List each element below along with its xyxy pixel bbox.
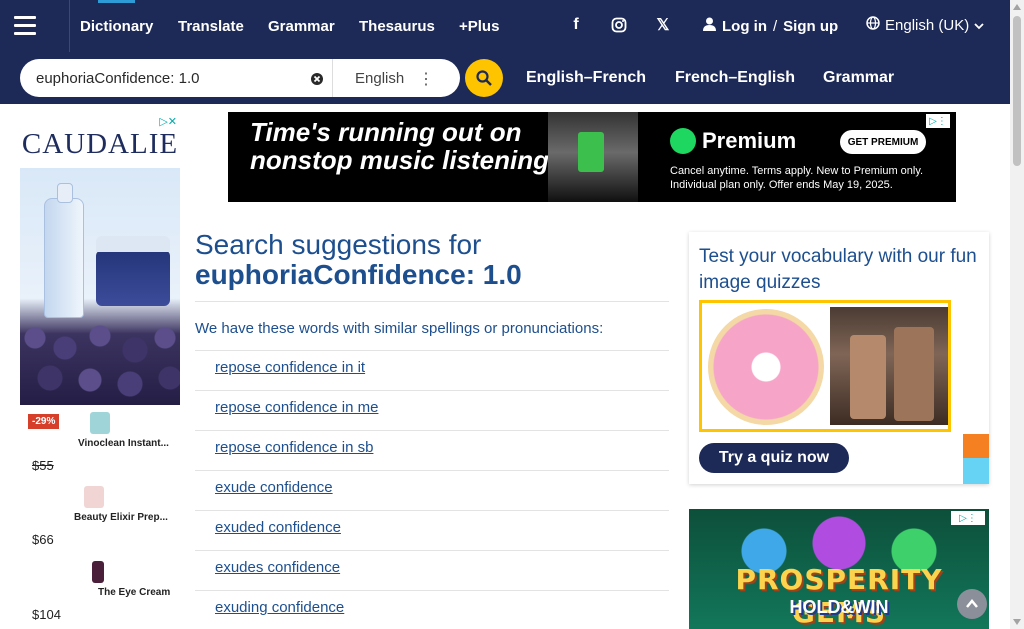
banner-fine-print: Cancel anytime. Terms apply. New to Prem…: [670, 165, 924, 191]
dictionary-language-dropdown[interactable]: English ⋮: [332, 59, 450, 97]
suggestions-intro: We have these words with similar spellin…: [195, 320, 604, 337]
product-price: $66: [32, 532, 54, 547]
ad-choices-icon[interactable]: ▷⋮: [951, 511, 985, 525]
scrollbar-thumb[interactable]: [1013, 16, 1021, 166]
product-price: $55: [32, 458, 54, 473]
top-banner-ad[interactable]: Time's running out on nonstop music list…: [228, 112, 956, 202]
user-icon: [703, 17, 716, 35]
product-name: Vinoclean Instant...: [78, 438, 169, 449]
top-nav-bar: Dictionary Translate Grammar Thesaurus +…: [0, 0, 1010, 52]
get-premium-button[interactable]: GET PREMIUM: [840, 130, 926, 154]
divider: [195, 301, 669, 302]
more-options-icon: ⋮: [418, 71, 434, 88]
nav-plus[interactable]: +Plus: [459, 0, 499, 52]
page-scrollbar[interactable]: [1010, 0, 1024, 629]
divider: [195, 550, 669, 551]
nav-dictionary[interactable]: Dictionary: [80, 0, 153, 52]
nav-divider: [69, 0, 70, 52]
auth-separator: /: [773, 17, 778, 35]
left-skyscraper-ad[interactable]: ▷✕ CAUDALIE -29% Vinoclean Instant... $5…: [20, 112, 180, 629]
quiz-title: Test your vocabulary with our fun image …: [699, 246, 977, 293]
scroll-down-arrow-icon[interactable]: [1013, 619, 1021, 625]
suggestion-link[interactable]: exude confidence: [215, 479, 333, 496]
divider: [195, 430, 669, 431]
suggestion-link[interactable]: exudes confidence: [215, 559, 340, 576]
facebook-icon[interactable]: f: [558, 16, 594, 34]
divider: [195, 590, 669, 591]
nav-thesaurus[interactable]: Thesaurus: [359, 0, 435, 52]
banner-headline: Time's running out on nonstop music list…: [250, 117, 557, 175]
dictionary-language-label: English: [355, 69, 405, 87]
nav-grammar[interactable]: Grammar: [268, 0, 335, 52]
product-name: The Eye Cream: [98, 587, 171, 598]
nav-translate[interactable]: Translate: [178, 0, 244, 52]
scroll-up-arrow-icon[interactable]: [1013, 4, 1021, 10]
side-feedback-tab[interactable]: [963, 434, 989, 458]
tab-french-english[interactable]: French–English: [675, 52, 795, 104]
try-quiz-button[interactable]: Try a quiz now: [699, 443, 849, 473]
search-button[interactable]: [465, 59, 503, 97]
divider: [195, 390, 669, 391]
banner-brand: Premium: [702, 128, 797, 153]
scroll-to-top-button[interactable]: [957, 589, 987, 619]
search-bar-row: English ⋮ English–French French–English …: [0, 52, 1010, 104]
heading-prefix: Search suggestions for: [195, 229, 482, 260]
donut-image: [708, 309, 824, 425]
globe-icon: [866, 16, 880, 34]
banner-image: [548, 112, 638, 202]
search-input[interactable]: [36, 68, 316, 88]
milkshake-image: [830, 307, 948, 425]
ad-product-item[interactable]: Beauty Elixir Prep... $66: [20, 480, 180, 554]
x-twitter-icon[interactable]: 𝕏: [645, 16, 681, 34]
chevron-down-icon: [974, 17, 984, 34]
heading-term: euphoriaConfidence: 1.0: [195, 259, 522, 290]
suggestion-link[interactable]: exuding confidence: [215, 599, 344, 616]
instagram-icon[interactable]: [601, 16, 637, 34]
product-name: Beauty Elixir Prep...: [74, 512, 168, 523]
ad-choices-icon[interactable]: ▷✕: [159, 115, 177, 128]
divider: [195, 470, 669, 471]
product-thumbnail: [84, 486, 104, 508]
side-share-tab[interactable]: [963, 458, 989, 484]
serum-bottle-image: [44, 183, 84, 318]
hamburger-menu-icon[interactable]: [10, 10, 40, 40]
product-price: $104: [32, 607, 61, 622]
cream-jar-image: [96, 236, 170, 306]
clear-search-icon[interactable]: [306, 68, 328, 90]
page-title: Search suggestions for euphoriaConfidenc…: [195, 230, 670, 290]
divider: [195, 350, 669, 351]
bottom-right-ad[interactable]: PROSPERITY GEMS HOLD&WIN ▷⋮: [689, 509, 989, 629]
suggestion-link[interactable]: exuded confidence: [215, 519, 341, 536]
discount-badge: -29%: [28, 414, 60, 429]
game-ad-title: PROSPERITY GEMS: [735, 563, 943, 629]
tab-grammar[interactable]: Grammar: [823, 52, 894, 104]
spotify-logo-icon: [670, 128, 696, 154]
search-icon: [476, 70, 492, 86]
quiz-image-link[interactable]: [699, 300, 951, 432]
ad-choices-icon[interactable]: ▷⋮: [926, 114, 950, 128]
ad-brand-logo: CAUDALIE: [21, 128, 179, 160]
product-thumbnail: [92, 561, 104, 583]
grapes-image: [20, 318, 180, 405]
auth-links: Log in / Sign up: [703, 0, 838, 52]
site-language-select[interactable]: English (UK): [866, 14, 988, 36]
signup-link[interactable]: Sign up: [783, 18, 838, 35]
quiz-promo-card: Test your vocabulary with our fun image …: [689, 232, 989, 484]
suggestion-link[interactable]: repose confidence in it: [215, 359, 365, 376]
login-link[interactable]: Log in: [722, 18, 767, 35]
search-box: English ⋮: [20, 59, 460, 97]
divider: [195, 510, 669, 511]
suggestion-link[interactable]: repose confidence in me: [215, 399, 378, 416]
ad-product-item[interactable]: -29% Vinoclean Instant... $55: [20, 406, 180, 480]
suggestion-link[interactable]: repose confidence in sb: [215, 439, 373, 456]
product-thumbnail: [90, 412, 110, 434]
site-language-label: English (UK): [885, 16, 970, 34]
ad-product-item[interactable]: The Eye Cream $104: [20, 555, 180, 629]
tab-english-french[interactable]: English–French: [526, 52, 646, 104]
game-ad-subtitle: HOLD&WIN: [789, 597, 889, 617]
chevron-up-icon: [966, 599, 978, 608]
ad-product-image: [20, 168, 180, 405]
